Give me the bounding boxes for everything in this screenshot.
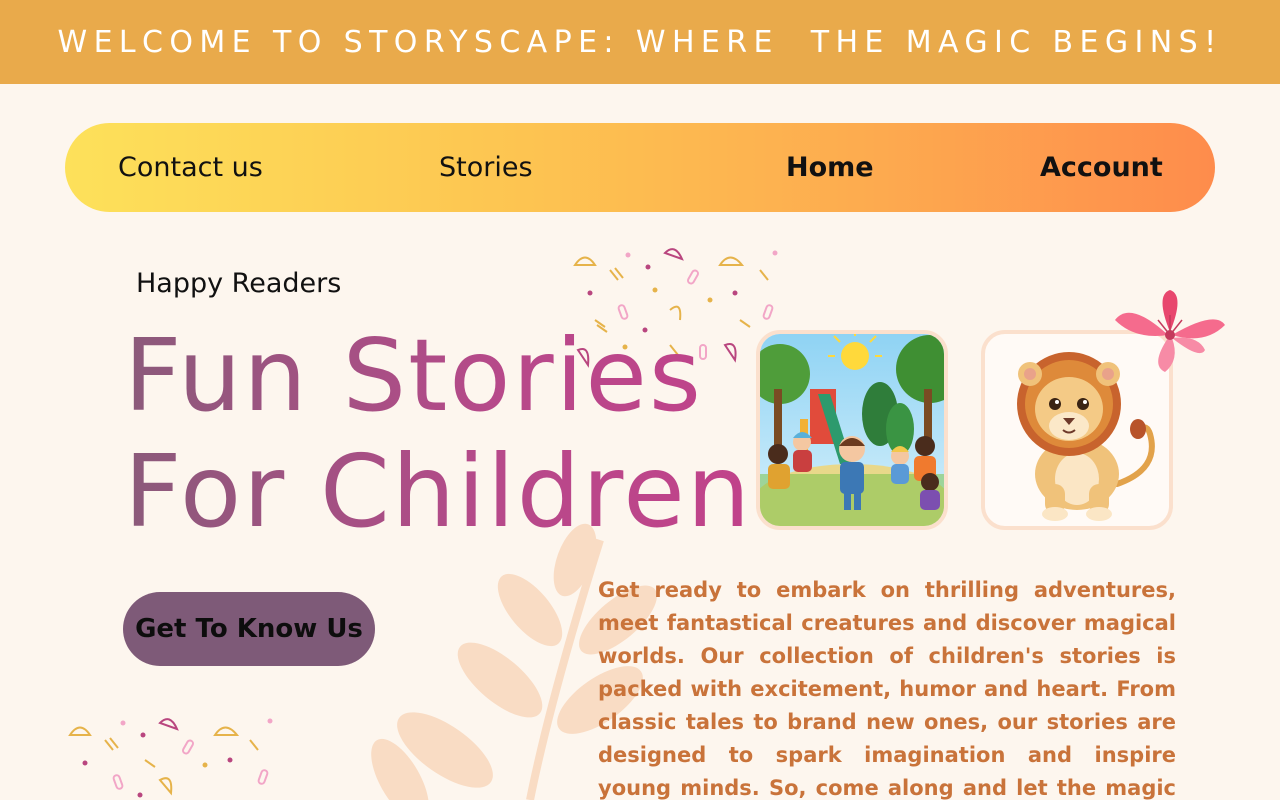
nav-contact-us[interactable]: Contact us xyxy=(118,123,263,212)
hero-title: Fun Stories For Children xyxy=(124,318,752,550)
main-navbar: Contact us Stories Home Account xyxy=(65,123,1215,212)
welcome-banner: WELCOME TO STORYSCAPE: WHERE THE MAGIC B… xyxy=(0,0,1280,84)
children-playground-illustration xyxy=(760,334,944,526)
welcome-banner-text: WELCOME TO STORYSCAPE: WHERE THE MAGIC B… xyxy=(57,24,1223,60)
nav-stories[interactable]: Stories xyxy=(439,123,533,212)
pink-lily-flower-icon xyxy=(1115,290,1225,372)
get-to-know-us-button[interactable]: Get To Know Us xyxy=(123,592,375,666)
page: WELCOME TO STORYSCAPE: WHERE THE MAGIC B… xyxy=(0,0,1280,800)
confetti-decoration-bottom xyxy=(68,718,273,798)
intro-description: Get ready to embark on thrilling adventu… xyxy=(598,578,1176,800)
nav-account[interactable]: Account xyxy=(1040,123,1163,212)
playground-illustration-card[interactable] xyxy=(756,330,948,530)
nav-home[interactable]: Home xyxy=(786,123,874,212)
hero-title-line-1: Fun Stories xyxy=(124,317,703,434)
hero-title-line-2: For Children xyxy=(124,433,753,550)
happy-readers-label: Happy Readers xyxy=(136,268,342,299)
